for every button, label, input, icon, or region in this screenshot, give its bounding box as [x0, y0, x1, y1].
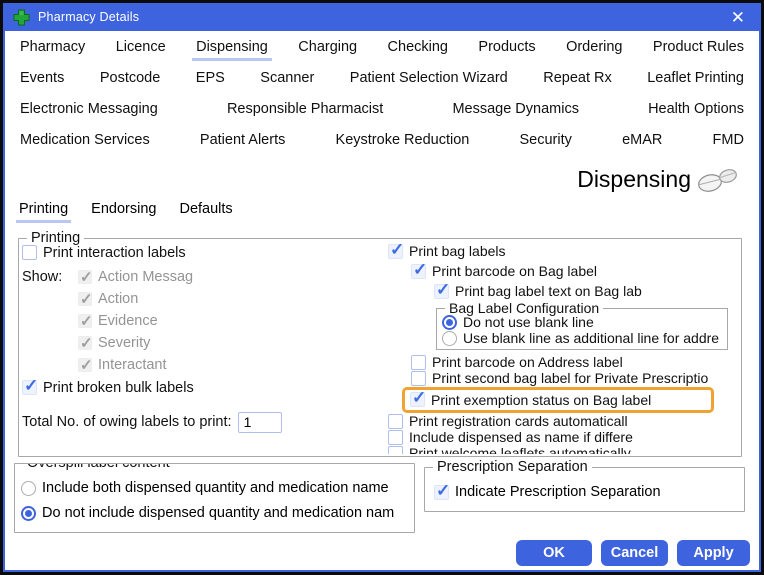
tab-message-dynamics[interactable]: Message Dynamics [448, 98, 583, 123]
tab-strip: Pharmacy Licence Dispensing Charging Che… [6, 33, 758, 157]
checkbox-show-interactant[interactable] [78, 358, 92, 372]
subtab-endorsing[interactable]: Endorsing [88, 199, 159, 223]
checkbox-print-exemption-status[interactable] [410, 392, 425, 407]
checkbox-print-bag-label-text[interactable] [434, 284, 449, 299]
checkbox-label: Include dispensed as name if differe [409, 429, 633, 445]
checkbox-print-registration-cards[interactable] [388, 414, 403, 429]
tab-product-rules[interactable]: Product Rules [649, 36, 748, 61]
checkbox-indicate-prescription-separation[interactable] [434, 485, 449, 500]
tab-scanner[interactable]: Scanner [256, 67, 318, 92]
checkbox-print-barcode-on-bag-label[interactable] [411, 264, 426, 279]
tab-patient-alerts[interactable]: Patient Alerts [196, 129, 289, 154]
tab-keystroke-reduction[interactable]: Keystroke Reduction [332, 129, 474, 154]
subtab-printing[interactable]: Printing [16, 199, 71, 223]
pills-icon [696, 167, 738, 193]
page-heading: Dispensing [577, 166, 738, 193]
subtab-defaults[interactable]: Defaults [176, 199, 235, 223]
owing-labels-label: Total No. of owing labels to print: [22, 414, 232, 430]
checkbox-label: Print registration cards automaticall [409, 413, 628, 429]
pharmacy-details-window: Pharmacy Details ✕ Pharmacy Licence Disp… [0, 0, 764, 575]
bag-label-configuration-group: Bag Label Configuration Do not use blank… [436, 308, 728, 350]
tab-patient-selection-wizard[interactable]: Patient Selection Wizard [346, 67, 512, 92]
tab-licence[interactable]: Licence [112, 36, 170, 61]
checkbox-print-bag-labels[interactable] [388, 244, 403, 259]
tab-medication-services[interactable]: Medication Services [16, 129, 154, 154]
radio-include-both[interactable] [21, 481, 36, 496]
checkbox-label: Evidence [98, 313, 158, 329]
overspill-group: Overspill label content Include both dis… [14, 463, 415, 533]
checkbox-print-broken-bulk-labels[interactable] [22, 380, 37, 395]
prescription-separation-title: Prescription Separation [433, 459, 592, 475]
checkbox-label: Print bag label text on Bag lab [455, 283, 642, 299]
radio-label: Do not use blank line [463, 314, 594, 330]
tab-row-4: Medication Services Patient Alerts Keyst… [6, 126, 758, 157]
ok-button[interactable]: OK [516, 540, 592, 566]
highlight-box: Print exemption status on Bag label [402, 387, 714, 413]
tab-repeat-rx[interactable]: Repeat Rx [539, 67, 616, 92]
owing-labels-input[interactable] [238, 412, 282, 433]
tab-products[interactable]: Products [474, 36, 539, 61]
checkbox-label: Print barcode on Bag label [432, 263, 597, 279]
page-title: Dispensing [577, 166, 691, 193]
window-title: Pharmacy Details [38, 10, 139, 24]
tab-leaflet-printing[interactable]: Leaflet Printing [643, 67, 748, 92]
tab-electronic-messaging[interactable]: Electronic Messaging [16, 98, 162, 123]
bag-label-configuration-title: Bag Label Configuration [445, 300, 603, 316]
checkbox-show-action-message[interactable] [78, 270, 92, 284]
radio-label: Include both dispensed quantity and medi… [42, 480, 389, 496]
checkbox-print-barcode-on-address-label[interactable] [411, 355, 426, 370]
tab-row-2: Events Postcode EPS Scanner Patient Sele… [6, 64, 758, 95]
radio-use-blank-line[interactable] [442, 331, 457, 346]
checkbox-label: Print second bag label for Private Presc… [432, 370, 708, 386]
printing-left-column: Print interaction labels Show: Action Me… [22, 241, 382, 433]
checkbox-label: Indicate Prescription Separation [455, 484, 661, 500]
subtab-strip: Printing Endorsing Defaults [16, 199, 236, 223]
title-bar: Pharmacy Details ✕ [3, 3, 761, 31]
radio-do-not-use-blank-line[interactable] [442, 315, 457, 330]
tab-fmd[interactable]: FMD [709, 129, 748, 154]
tab-health-options[interactable]: Health Options [644, 98, 748, 123]
checkbox-label: Print broken bulk labels [43, 380, 194, 396]
apply-button[interactable]: Apply [677, 540, 750, 566]
checkbox-label: Action [98, 291, 138, 307]
tab-postcode[interactable]: Postcode [96, 67, 164, 92]
radio-label: Do not include dispensed quantity and me… [42, 505, 394, 521]
cancel-button[interactable]: Cancel [601, 540, 668, 566]
checkbox-label: Severity [98, 335, 150, 351]
tab-responsible-pharmacist[interactable]: Responsible Pharmacist [223, 98, 387, 123]
tab-events[interactable]: Events [16, 67, 68, 92]
checkbox-show-evidence[interactable] [78, 314, 92, 328]
tab-pharmacy[interactable]: Pharmacy [16, 36, 89, 61]
checkbox-show-action[interactable] [78, 292, 92, 306]
tab-checking[interactable]: Checking [384, 36, 452, 61]
overspill-group-title: Overspill label content [23, 463, 174, 471]
pharmacy-cross-icon [13, 9, 30, 26]
tab-ordering[interactable]: Ordering [562, 36, 626, 61]
radio-do-not-include[interactable] [21, 506, 36, 521]
prescription-separation-group: Prescription Separation Indicate Prescri… [424, 467, 745, 512]
radio-label: Use blank line as additional line for ad… [463, 330, 719, 346]
checkbox-label: Print bag labels [409, 243, 506, 259]
checkbox-include-dispensed-as-name[interactable] [388, 430, 403, 445]
tab-eps[interactable]: EPS [192, 67, 229, 92]
checkbox-label: Interactant [98, 357, 167, 373]
checkbox-print-welcome-leaflets[interactable] [388, 446, 403, 455]
checkbox-label: Print barcode on Address label [432, 354, 623, 370]
tab-security[interactable]: Security [516, 129, 576, 154]
tab-dispensing[interactable]: Dispensing [192, 36, 272, 61]
checkbox-label: Print exemption status on Bag label [431, 392, 651, 408]
checkbox-print-second-bag-label[interactable] [411, 371, 426, 386]
tab-emar[interactable]: eMAR [618, 129, 666, 154]
show-label: Show: [22, 269, 72, 285]
tab-charging[interactable]: Charging [294, 36, 361, 61]
printing-right-column: Print bag labels Print barcode on Bag la… [388, 241, 740, 454]
checkbox-label: Print welcome leaflets automatically [409, 445, 631, 454]
checkbox-label: Action Messag [98, 269, 193, 285]
checkbox-print-interaction-labels[interactable] [22, 245, 37, 260]
checkbox-label: Print interaction labels [43, 245, 186, 261]
tab-row-1: Pharmacy Licence Dispensing Charging Che… [6, 33, 758, 64]
tab-row-3: Electronic Messaging Responsible Pharmac… [6, 95, 758, 126]
checkbox-show-severity[interactable] [78, 336, 92, 350]
close-icon[interactable]: ✕ [725, 9, 751, 26]
